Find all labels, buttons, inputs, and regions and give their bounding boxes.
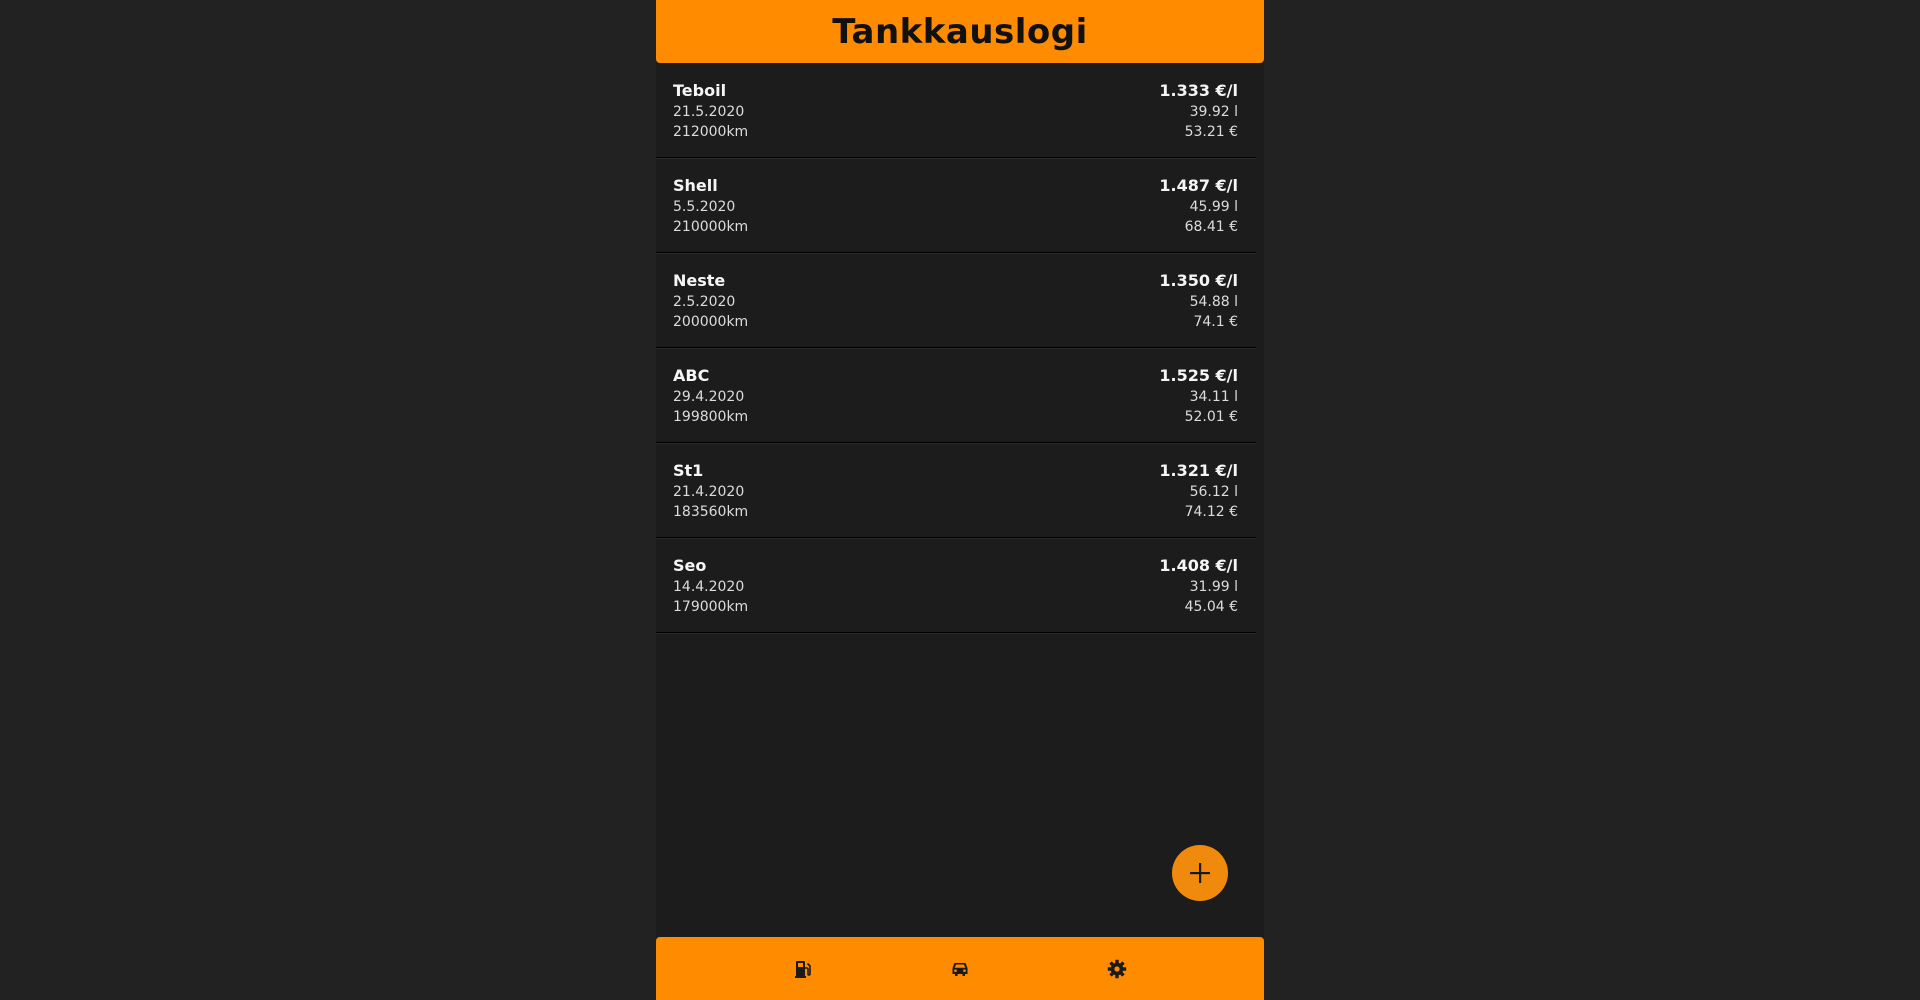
nav-settings-button[interactable] [1105,957,1129,981]
refuel-date: 29.4.2020 [673,388,745,405]
list-item[interactable]: St1 21.4.2020 183560km 1.321 €/l 56.12 l… [656,443,1256,538]
page-title: Tankkauslogi [832,11,1088,52]
price-per-liter: 1.333 €/l [1159,81,1238,100]
list-item[interactable]: Seo 14.4.2020 179000km 1.408 €/l 31.99 l… [656,538,1256,633]
list-item[interactable]: Teboil 21.5.2020 212000km 1.333 €/l 39.9… [656,63,1256,158]
nav-vehicles-button[interactable] [948,957,972,981]
gear-icon [1107,959,1127,979]
price-per-liter: 1.487 €/l [1159,176,1238,195]
price-per-liter: 1.321 €/l [1159,461,1238,480]
station-name: St1 [673,461,704,480]
station-name: ABC [673,366,710,385]
liters-amount: 56.12 l [1189,483,1238,500]
refuel-list: Teboil 21.5.2020 212000km 1.333 €/l 39.9… [656,63,1256,633]
refuel-date: 14.4.2020 [673,578,745,595]
list-item[interactable]: Shell 5.5.2020 210000km 1.487 €/l 45.99 … [656,158,1256,253]
plus-icon [1190,863,1210,883]
liters-amount: 34.11 l [1189,388,1238,405]
refuel-date: 21.4.2020 [673,483,745,500]
station-name: Seo [673,556,707,575]
price-per-liter: 1.350 €/l [1159,271,1238,290]
app-container: Tankkauslogi Teboil 21.5.2020 212000km 1… [656,0,1264,1000]
total-cost: 45.04 € [1184,599,1238,615]
liters-amount: 31.99 l [1189,578,1238,595]
app-header: Tankkauslogi [656,0,1264,63]
price-per-liter: 1.408 €/l [1159,556,1238,575]
liters-amount: 39.92 l [1189,103,1238,120]
total-cost: 74.1 € [1193,314,1238,330]
total-cost: 68.41 € [1184,219,1238,235]
odometer-reading: 183560km [673,504,749,520]
total-cost: 53.21 € [1184,124,1238,140]
bottom-navigation [656,937,1264,1000]
add-refuel-button[interactable] [1172,845,1228,901]
odometer-reading: 199800km [673,409,749,425]
refuel-date: 5.5.2020 [673,198,736,215]
nav-refuels-button[interactable] [791,957,815,981]
car-icon [952,963,968,976]
total-cost: 52.01 € [1184,409,1238,425]
station-name: Neste [673,271,726,290]
total-cost: 74.12 € [1184,504,1238,520]
gas-pump-icon [795,961,811,978]
odometer-reading: 200000km [673,314,749,330]
odometer-reading: 210000km [673,219,749,235]
price-per-liter: 1.525 €/l [1159,366,1238,385]
odometer-reading: 212000km [673,124,749,140]
liters-amount: 45.99 l [1189,198,1238,215]
list-item[interactable]: ABC 29.4.2020 199800km 1.525 €/l 34.11 l… [656,348,1256,443]
liters-amount: 54.88 l [1189,293,1238,310]
refuel-date: 2.5.2020 [673,293,736,310]
station-name: Teboil [673,81,727,100]
station-name: Shell [673,176,718,195]
odometer-reading: 179000km [673,599,749,615]
refuel-date: 21.5.2020 [673,103,745,120]
list-item[interactable]: Neste 2.5.2020 200000km 1.350 €/l 54.88 … [656,253,1256,348]
